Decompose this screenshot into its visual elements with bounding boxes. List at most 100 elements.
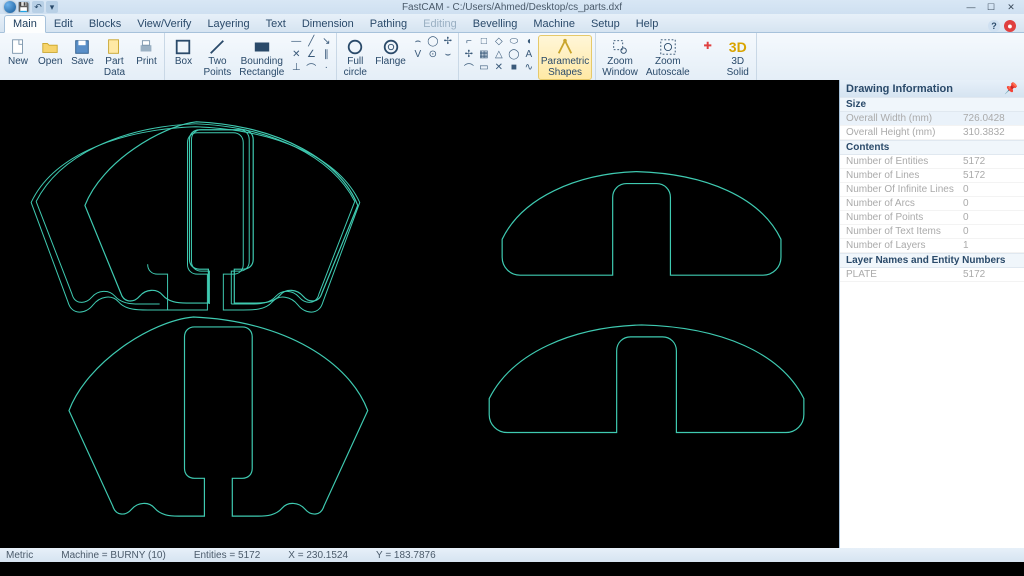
- arc-tan-icon[interactable]: V: [411, 48, 425, 60]
- part-data-button[interactable]: Part Data: [99, 35, 129, 80]
- flange-icon: [381, 37, 401, 57]
- tab-setup[interactable]: Setup: [583, 16, 628, 32]
- close-button[interactable]: ✕: [1002, 2, 1020, 12]
- line-horiz-icon[interactable]: —: [289, 35, 303, 47]
- app-orb-icon[interactable]: [4, 1, 16, 13]
- save-icon: [72, 37, 92, 57]
- statusbar: Metric Machine = BURNY (10) Entities = 5…: [0, 548, 1024, 562]
- tab-dimension[interactable]: Dimension: [294, 16, 362, 32]
- flange-button[interactable]: Flange: [372, 35, 409, 70]
- minimize-button[interactable]: —: [962, 2, 980, 12]
- panel-header[interactable]: Drawing Information 📌: [840, 80, 1024, 97]
- qat-save-icon[interactable]: 💾: [18, 1, 30, 13]
- line-parallel-icon[interactable]: ∥: [319, 48, 333, 60]
- line-perp-icon[interactable]: ⊥: [289, 61, 303, 73]
- parametric-shapes-label: Parametric Shapes: [541, 57, 589, 78]
- construct-rect-icon[interactable]: ▭: [477, 61, 491, 73]
- open-label: Open: [38, 57, 62, 68]
- arc-3pt-icon[interactable]: ⌢: [411, 35, 425, 47]
- construct-circle-icon[interactable]: ◯: [507, 48, 521, 60]
- line-angle-icon[interactable]: ∠: [304, 48, 318, 60]
- tab-machine[interactable]: Machine: [525, 16, 583, 32]
- arc-fit-icon[interactable]: ⊙: [426, 48, 440, 60]
- arc-center-icon[interactable]: ◯: [426, 35, 440, 47]
- line-snap-icon[interactable]: ↘: [319, 35, 333, 47]
- construct-move-icon[interactable]: ✢: [462, 48, 476, 60]
- threed-solid-button[interactable]: 3D 3D Solid: [723, 35, 753, 80]
- new-file-icon: [8, 37, 28, 57]
- arc-fillet-icon[interactable]: ⌣: [441, 48, 455, 60]
- construct-corner-icon[interactable]: ⌐: [462, 35, 476, 47]
- tab-text[interactable]: Text: [258, 16, 294, 32]
- new-button[interactable]: New: [3, 35, 33, 70]
- zoom-autoscale-button[interactable]: Zoom Autoscale: [643, 35, 693, 80]
- row-points: Number of Points 0: [840, 211, 1024, 225]
- arc-move-icon[interactable]: ✢: [441, 35, 455, 47]
- section-size: Size: [840, 97, 1024, 112]
- tab-help[interactable]: Help: [628, 16, 667, 32]
- zoom-autoscale-label: Zoom Autoscale: [646, 57, 690, 78]
- tab-pathing[interactable]: Pathing: [362, 16, 415, 32]
- print-button[interactable]: Print: [131, 35, 161, 70]
- zoom-plus-icon: ✚: [698, 37, 718, 57]
- tab-layering[interactable]: Layering: [199, 16, 257, 32]
- line-point-icon[interactable]: ·: [319, 61, 333, 73]
- tab-blocks[interactable]: Blocks: [81, 16, 129, 32]
- construct-arc-icon[interactable]: ⌒: [462, 61, 476, 73]
- zoom-plus-button[interactable]: ✚: [695, 35, 721, 59]
- panel-pin-icon[interactable]: 📌: [1004, 82, 1018, 95]
- constructs-small-tools: ⌐ □ ◇ ⬭ ◖ ✢ ▦ △ ◯ A ⌒ ▭ ✕ ■ ∿: [462, 35, 536, 73]
- tab-bevelling[interactable]: Bevelling: [465, 16, 526, 32]
- open-button[interactable]: Open: [35, 35, 65, 70]
- tab-main[interactable]: Main: [4, 15, 46, 33]
- open-folder-icon: [40, 37, 60, 57]
- zoom-window-icon: [610, 37, 630, 57]
- line-cross-icon[interactable]: ✕: [289, 48, 303, 60]
- construct-text-icon[interactable]: A: [522, 48, 536, 60]
- drawing-canvas[interactable]: [0, 80, 839, 548]
- maximize-button[interactable]: ☐: [982, 2, 1000, 12]
- construct-square-icon[interactable]: □: [477, 35, 491, 47]
- threed-solid-label: 3D Solid: [727, 57, 749, 78]
- ribbon-group-file: New Open Save Part Data Print FILE: [0, 33, 165, 81]
- row-overall-width: Overall Width (mm) 726.0428: [840, 112, 1024, 126]
- panel-title: Drawing Information: [846, 83, 953, 95]
- print-label: Print: [136, 57, 157, 68]
- construct-grid-icon[interactable]: ▦: [477, 48, 491, 60]
- ribbon: New Open Save Part Data Print FILE: [0, 33, 1024, 82]
- construct-triangle-icon[interactable]: △: [492, 48, 506, 60]
- construct-diamond-icon[interactable]: ◇: [492, 35, 506, 47]
- construct-slot-icon[interactable]: ◖: [522, 35, 536, 47]
- tab-editing[interactable]: Editing: [415, 16, 465, 32]
- box-button[interactable]: Box: [168, 35, 198, 70]
- construct-stop-icon[interactable]: ■: [507, 61, 521, 73]
- qat-more-icon[interactable]: ▾: [46, 1, 58, 13]
- save-button[interactable]: Save: [67, 35, 97, 70]
- lines-small-tools: — ╱ ↘ ✕ ∠ ∥ ⊥ ⌒ ·: [289, 35, 333, 73]
- bounding-rectangle-button[interactable]: Bounding Rectangle: [236, 35, 287, 80]
- line-diag-icon[interactable]: ╱: [304, 35, 318, 47]
- record-icon[interactable]: ●: [1004, 20, 1016, 32]
- row-lines: Number of Lines 5172: [840, 169, 1024, 183]
- zoom-window-button[interactable]: Zoom Window: [599, 35, 641, 80]
- row-plate-layer: PLATE 5172: [840, 268, 1024, 282]
- construct-cross-icon[interactable]: ✕: [492, 61, 506, 73]
- window-controls: — ☐ ✕: [962, 2, 1020, 12]
- construct-ellipse-icon[interactable]: ⬭: [507, 35, 521, 47]
- two-points-button[interactable]: Two Points: [200, 35, 234, 80]
- qat-undo-icon[interactable]: ↶: [32, 1, 44, 13]
- new-label: New: [8, 57, 28, 68]
- status-machine: Machine = BURNY (10): [61, 550, 166, 561]
- tab-edit[interactable]: Edit: [46, 16, 81, 32]
- line-tangent-icon[interactable]: ⌒: [304, 61, 318, 73]
- value-overall-width: 726.0428: [963, 113, 1018, 124]
- ribbon-group-quickview: Zoom Window Zoom Autoscale ✚ 3D 3D Solid…: [596, 33, 757, 81]
- value-overall-height: 310.3832: [963, 127, 1018, 138]
- construct-curve-icon[interactable]: ∿: [522, 61, 536, 73]
- full-circle-button[interactable]: Full circle: [340, 35, 370, 80]
- help-icon[interactable]: ?: [988, 20, 1000, 32]
- tab-view-verify[interactable]: View/Verify: [129, 16, 199, 32]
- status-y: Y = 183.7876: [376, 550, 436, 561]
- parametric-shapes-button[interactable]: Parametric Shapes: [538, 35, 592, 80]
- section-layers: Layer Names and Entity Numbers: [840, 253, 1024, 268]
